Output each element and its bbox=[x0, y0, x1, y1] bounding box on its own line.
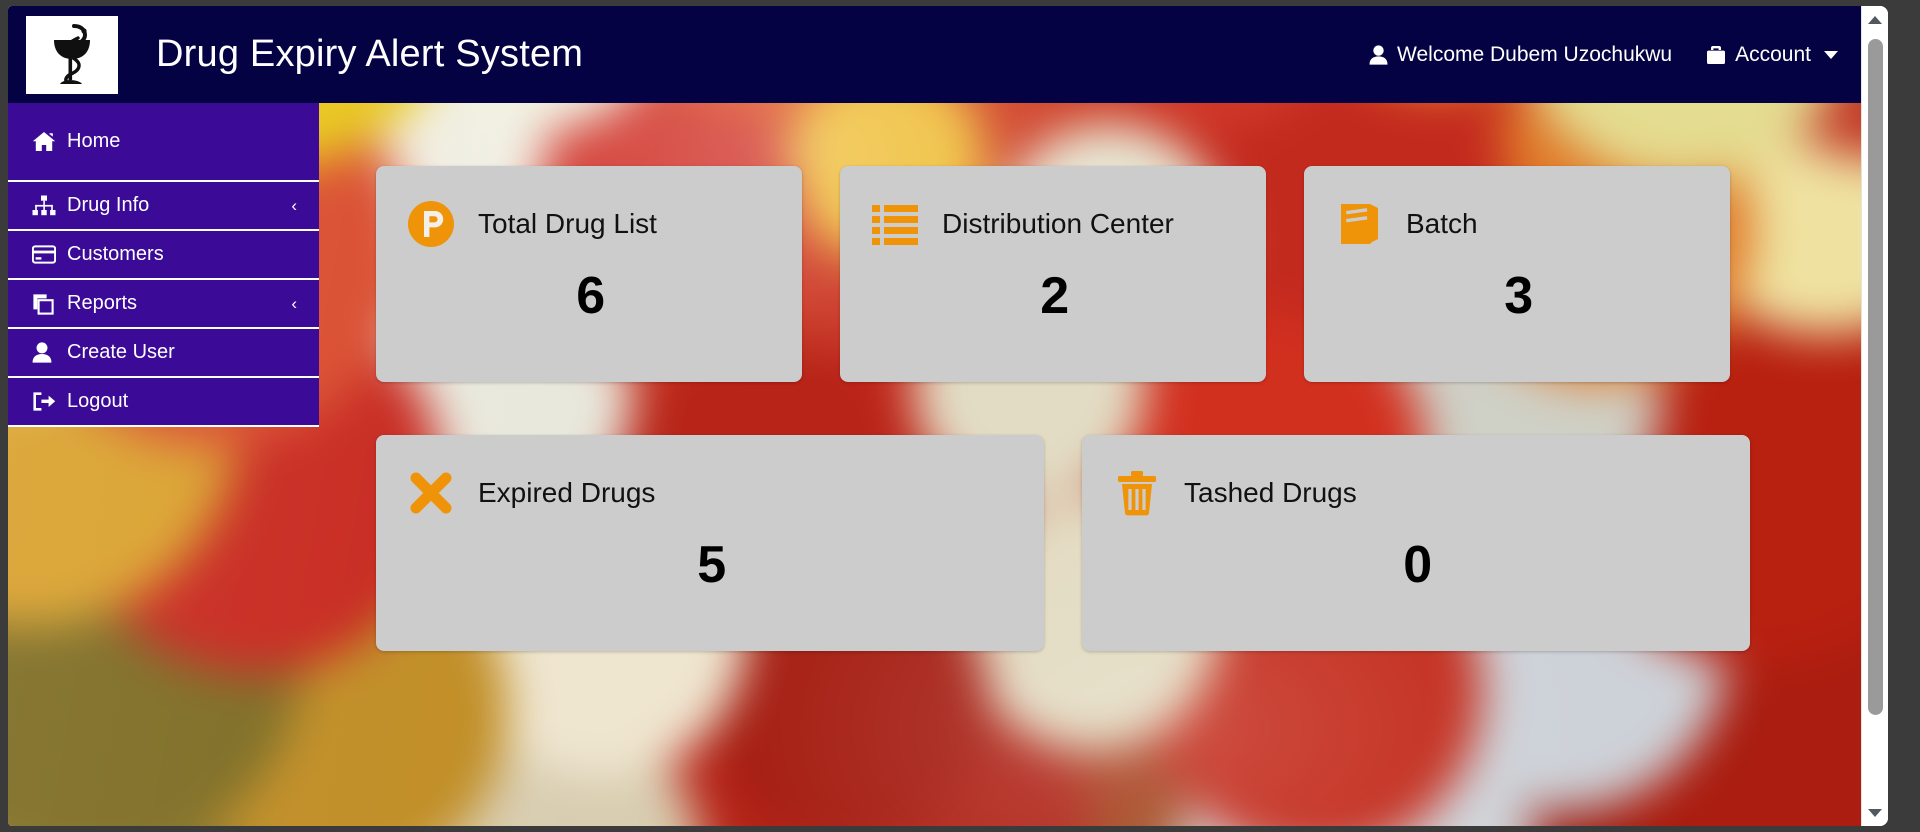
credit-card-icon bbox=[32, 245, 58, 264]
navbar-right-group: Welcome Dubem Uzochukwu Account bbox=[1369, 43, 1880, 67]
bowl-of-hygieia-icon bbox=[54, 23, 90, 84]
trash-icon bbox=[1112, 468, 1162, 518]
chevron-down-icon bbox=[1824, 50, 1838, 59]
card-value-total-drug-list: 6 bbox=[576, 267, 606, 325]
sidebar-label-create-user: Create User bbox=[67, 341, 175, 363]
welcome-user[interactable]: Welcome Dubem Uzochukwu bbox=[1369, 43, 1672, 67]
sidebar-label-reports: Reports bbox=[67, 292, 138, 314]
sidebar: Home Drug Info ‹ Customers Reports ‹ Cre… bbox=[8, 103, 319, 427]
sitemap-icon bbox=[32, 195, 58, 216]
app-title: Drug Expiry Alert System bbox=[156, 33, 584, 75]
home-icon bbox=[32, 131, 58, 152]
sign-out-icon bbox=[32, 391, 58, 412]
browser-viewport: Drug Expiry Alert System Welcome Dubem U… bbox=[0, 0, 1920, 832]
briefcase-icon bbox=[1706, 45, 1726, 65]
scroll-up-button[interactable] bbox=[1862, 6, 1889, 33]
sidebar-item-create-user[interactable]: Create User bbox=[8, 329, 319, 378]
user-icon bbox=[1369, 44, 1388, 65]
scrollbar-thumb[interactable] bbox=[1867, 39, 1883, 715]
times-icon bbox=[406, 468, 456, 518]
card-value-distribution-center: 2 bbox=[1040, 267, 1070, 325]
scroll-up-icon bbox=[1868, 15, 1882, 24]
chevron-left-icon-drug-info: ‹ bbox=[291, 196, 297, 215]
sidebar-label-home: Home bbox=[67, 130, 121, 152]
card-value-batch: 3 bbox=[1504, 267, 1534, 325]
welcome-text: Welcome Dubem Uzochukwu bbox=[1397, 42, 1673, 66]
card-title-tashed-drugs: Tashed Drugs bbox=[1184, 477, 1357, 508]
dashboard-row-2: Expired Drugs 5 Tashed Drugs 0 bbox=[319, 382, 1880, 651]
card-total-drug-list[interactable]: Total Drug List 6 bbox=[376, 166, 802, 382]
sidebar-label-customers: Customers bbox=[67, 243, 164, 265]
sidebar-item-customers[interactable]: Customers bbox=[8, 231, 319, 280]
card-expired-drugs[interactable]: Expired Drugs 5 bbox=[376, 435, 1044, 651]
card-header: Batch bbox=[1334, 196, 1704, 252]
card-header: Tashed Drugs bbox=[1112, 465, 1724, 521]
sidebar-item-reports[interactable]: Reports ‹ bbox=[8, 280, 319, 329]
card-title-distribution-center: Distribution Center bbox=[942, 208, 1174, 239]
list-ul-icon bbox=[870, 199, 920, 249]
card-header: Total Drug List bbox=[406, 196, 776, 252]
card-distribution-center[interactable]: Distribution Center 2 bbox=[840, 166, 1266, 382]
clone-icon bbox=[32, 293, 58, 315]
sidebar-item-logout[interactable]: Logout bbox=[8, 378, 319, 427]
card-header: Expired Drugs bbox=[406, 465, 1018, 521]
sidebar-label-drug-info: Drug Info bbox=[67, 194, 150, 216]
account-menu[interactable]: Account bbox=[1706, 43, 1838, 67]
card-header: Distribution Center bbox=[870, 196, 1240, 252]
vertical-scrollbar[interactable] bbox=[1861, 6, 1888, 826]
card-title-total-drug-list: Total Drug List bbox=[478, 208, 657, 239]
user-icon bbox=[32, 342, 58, 363]
sidebar-item-home[interactable]: Home bbox=[8, 103, 319, 182]
top-navbar: Drug Expiry Alert System Welcome Dubem U… bbox=[8, 6, 1880, 103]
card-value-expired-drugs: 5 bbox=[697, 536, 727, 594]
card-batch[interactable]: Batch 3 bbox=[1304, 166, 1730, 382]
card-title-expired-drugs: Expired Drugs bbox=[478, 477, 656, 508]
sidebar-label-logout: Logout bbox=[67, 390, 129, 412]
scroll-down-button[interactable] bbox=[1862, 799, 1889, 826]
chevron-left-icon-reports: ‹ bbox=[291, 294, 297, 313]
product-hunt-circle-icon bbox=[406, 199, 456, 249]
card-title-batch: Batch bbox=[1406, 208, 1478, 239]
scrollbar-track[interactable] bbox=[1862, 33, 1889, 799]
dashboard-row-1: Total Drug List 6 Distribution Center 2 … bbox=[319, 103, 1880, 382]
brand-logo[interactable] bbox=[26, 15, 118, 94]
sidebar-item-drug-info[interactable]: Drug Info ‹ bbox=[8, 182, 319, 231]
card-tashed-drugs[interactable]: Tashed Drugs 0 bbox=[1082, 435, 1750, 651]
book-icon bbox=[1334, 199, 1384, 249]
dashboard-main: Total Drug List 6 Distribution Center 2 … bbox=[319, 103, 1880, 826]
account-label: Account bbox=[1735, 42, 1811, 66]
page-content: Drug Expiry Alert System Welcome Dubem U… bbox=[8, 6, 1888, 826]
card-value-tashed-drugs: 0 bbox=[1403, 536, 1433, 594]
scroll-down-icon bbox=[1868, 808, 1882, 817]
